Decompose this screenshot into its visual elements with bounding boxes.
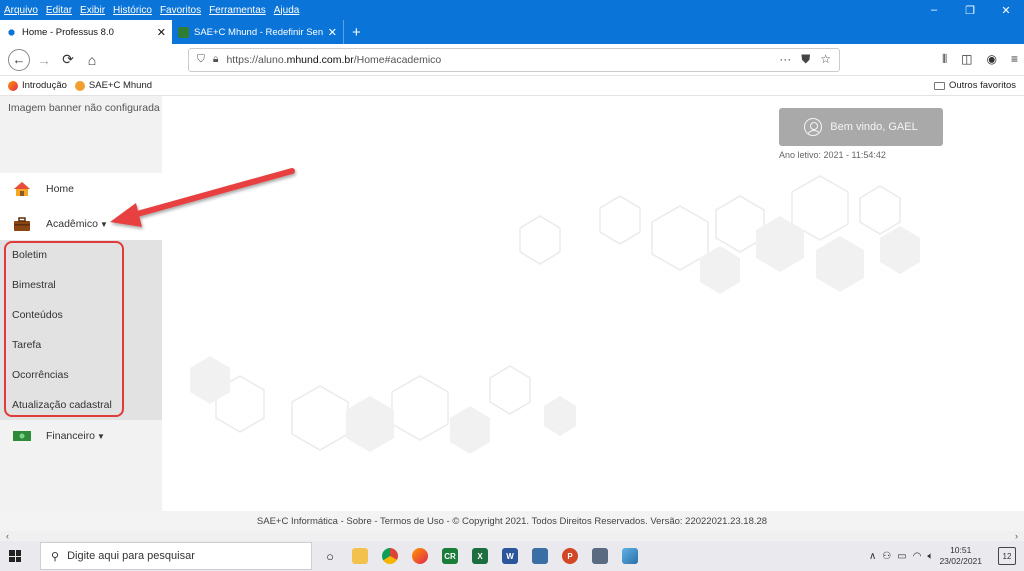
home-button[interactable]: ⌂ [80,48,104,72]
web-page: Imagem banner não configurada Home Acadê… [0,96,1024,528]
lock-icon[interactable]: 🔒︎ [213,53,219,66]
saec-icon [74,80,85,91]
horizontal-scrollbar[interactable]: ‹ › [0,531,1024,541]
account-icon[interactable]: ◉ [987,52,997,67]
folder-icon [933,81,945,90]
sidebar-item-academico[interactable]: Acadêmico ▼ [0,209,162,239]
address-bar[interactable]: ⛉ 🔒︎ https://aluno.mhund.com.br/Home#aca… [188,47,840,72]
calculator-icon[interactable] [532,548,548,564]
page-actions-icon[interactable]: ··· [779,52,791,67]
hexagon-background [190,175,920,454]
taskbar-search-box[interactable]: ⚲ Digite aqui para pesquisar [40,542,312,570]
back-button[interactable]: ← [8,48,30,71]
close-tab-icon[interactable]: ✕ [157,26,166,39]
tab-title: SAE+C Mhund - Redefinir Senh [194,26,323,38]
reload-button[interactable]: ⟳ [56,48,80,72]
browser-menubar: Arquivo Editar Exibir Histórico Favorito… [0,0,1024,20]
scroll-left-icon[interactable]: ‹ [6,531,9,541]
snipping-tool-icon[interactable] [622,548,638,564]
search-icon: ⚲ [51,550,60,563]
professus-favicon-icon [6,26,17,38]
network-icon[interactable]: ⚇ [882,551,891,562]
bookmarks-bar: Introdução SAE+C Mhund Outros favoritos [0,76,1024,96]
maximize-button[interactable]: ❐ [952,0,988,20]
hamburger-menu-icon[interactable]: ≡ [1011,52,1018,67]
firefox-icon [8,80,18,91]
saec-favicon-icon [178,26,189,38]
show-hidden-icons-icon[interactable]: ∧ [869,551,876,562]
other-bookmarks[interactable]: Outros favoritos [933,80,1016,91]
menu-historico[interactable]: Histórico [109,5,156,16]
tab-home-professus[interactable]: Home - Professus 8.0 ✕ [0,20,172,44]
excel-icon[interactable]: X [472,548,488,564]
windows-logo-icon [9,550,21,562]
bookmark-star-icon[interactable]: ☆ [820,52,831,67]
tab-strip: Home - Professus 8.0 ✕ SAE+C Mhund - Red… [0,20,1024,44]
firefox-icon[interactable] [412,548,428,564]
bookmark-introducao[interactable]: Introdução [8,80,67,91]
bookmark-saec-mhund[interactable]: SAE+C Mhund [74,80,152,91]
navigation-bar: ← → ⟳ ⌂ ⛉ 🔒︎ https://aluno.mhund.com.br/… [0,44,1024,76]
tab-redefinir-senha[interactable]: SAE+C Mhund - Redefinir Senh ✕ [172,20,344,44]
notifications-button[interactable]: 12 [998,547,1016,565]
powerpoint-icon[interactable]: P [562,548,578,564]
clock[interactable]: 10:51 23/02/2021 [939,545,982,567]
new-tab-button[interactable]: + [344,20,369,44]
sidebar-toggle-icon[interactable]: ◫ [961,52,972,67]
scroll-right-icon[interactable]: › [1015,531,1018,541]
tab-title: Home - Professus 8.0 [22,26,114,38]
annotation-highlight-box [4,241,124,417]
clock-date: 23/02/2021 [939,556,982,566]
windows-taskbar: ⚲ Digite aqui para pesquisar ○ CR X W P … [0,541,1024,571]
caret-down-icon: ▼ [99,220,108,229]
minimize-button[interactable]: – [916,0,952,20]
sidebar-item-financeiro[interactable]: Financeiro ▼ [0,421,162,451]
cortana-icon[interactable]: ○ [322,548,338,564]
forward-button[interactable]: → [32,48,56,72]
close-tab-icon[interactable]: ✕ [328,26,337,39]
word-icon[interactable]: W [502,548,518,564]
search-placeholder: Digite aqui para pesquisar [67,550,195,562]
house-icon [12,180,32,198]
camera-icon[interactable] [592,548,608,564]
sidebar-item-home[interactable]: Home [0,174,162,204]
wifi-icon[interactable]: ◠ [913,551,922,562]
pocket-icon[interactable]: ⛊ [801,52,810,67]
file-explorer-icon[interactable] [352,548,368,564]
caret-down-icon: ▼ [97,432,105,441]
cr-app-icon[interactable]: CR [442,548,458,564]
tracking-shield-icon[interactable]: ⛉ [197,53,205,66]
user-avatar-icon [804,118,823,136]
welcome-button[interactable]: Bem vindo, GAEL [779,108,943,146]
volume-icon[interactable]: 🔈︎ [927,551,933,562]
menu-ferramentas[interactable]: Ferramentas [205,5,270,16]
menu-exibir[interactable]: Exibir [76,5,109,16]
money-icon [12,427,32,445]
menu-favoritos[interactable]: Favoritos [156,5,205,16]
welcome-text: Bem vindo, GAEL [830,121,918,133]
briefcase-icon [12,215,32,233]
library-icon[interactable]: ⫴ [942,52,947,67]
menu-arquivo[interactable]: Arquivo [0,5,42,16]
start-button[interactable] [0,541,30,571]
ano-letivo-text: Ano letivo: 2021 - 11:54:42 [779,150,886,160]
close-window-button[interactable]: ✕ [988,0,1024,20]
menu-ajuda[interactable]: Ajuda [270,5,304,16]
chrome-icon[interactable] [382,548,398,564]
clock-time: 10:51 [950,545,972,555]
page-footer: SAE+C Informática - Sobre - Termos de Us… [0,511,1024,531]
battery-icon[interactable]: ▭ [897,551,906,562]
banner-placeholder: Imagem banner não configurada [8,102,160,114]
menu-editar[interactable]: Editar [42,5,76,16]
system-tray: ∧ ⚇ ▭ ◠ 🔈︎ 10:51 23/02/2021 12 [869,545,1016,567]
url-text: https://aluno.mhund.com.br/Home#academic… [226,53,442,66]
